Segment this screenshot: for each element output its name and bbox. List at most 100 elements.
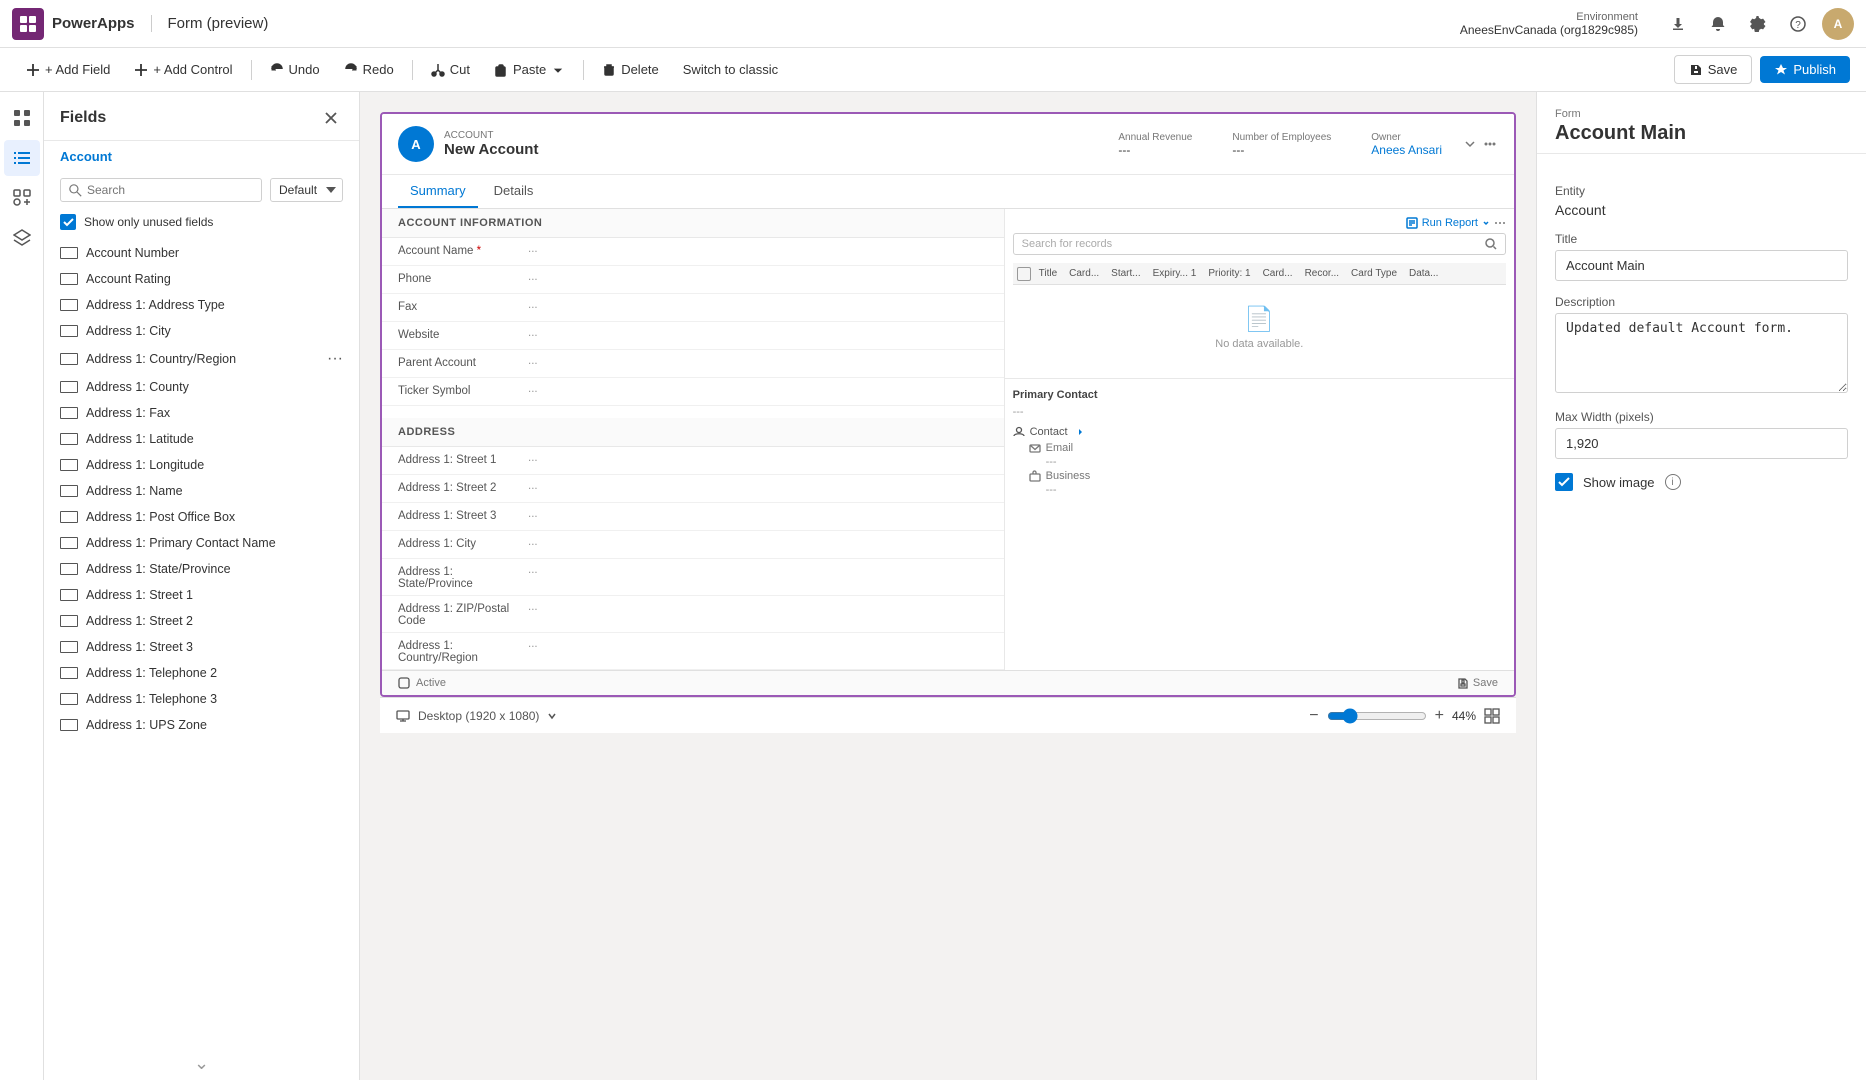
field-item-address-po-box[interactable]: Address 1: Post Office Box <box>44 504 359 530</box>
scroll-down-indicator: ⌄ <box>44 1047 359 1080</box>
rp-max-width-input[interactable] <box>1555 428 1848 459</box>
entity-label: Account <box>44 141 359 172</box>
field-item-address-street1[interactable]: Address 1: Street 1 <box>44 582 359 608</box>
field-item-address-county[interactable]: Address 1: County <box>44 374 359 400</box>
form-save-indicator: Save <box>1457 677 1498 689</box>
desktop-label: Desktop (1920 x 1080) <box>418 709 539 723</box>
form-header-more-icon[interactable] <box>1482 136 1498 152</box>
fields-list: Account Number Account Rating Address 1:… <box>44 240 359 1047</box>
field-item-address-state[interactable]: Address 1: State/Province <box>44 556 359 582</box>
field-item-address-street3[interactable]: Address 1: Street 3 <box>44 634 359 660</box>
grid-header: Title Card... Start... Expiry... 1 Prior… <box>1013 263 1506 285</box>
left-icon-sidebar <box>0 92 44 1080</box>
field-icon <box>60 615 78 627</box>
field-item-account-number[interactable]: Account Number <box>44 240 359 266</box>
svg-text:?: ? <box>1795 20 1801 31</box>
undo-button[interactable]: Undo <box>260 57 330 82</box>
tab-summary[interactable]: Summary <box>398 175 478 208</box>
user-avatar[interactable]: A <box>1822 8 1854 40</box>
close-fields-button[interactable] <box>319 106 343 130</box>
field-icon <box>60 325 78 337</box>
field-item-address-primary-contact[interactable]: Address 1: Primary Contact Name <box>44 530 359 556</box>
switch-classic-button[interactable]: Switch to classic <box>673 57 788 82</box>
publish-button[interactable]: Publish <box>1760 56 1850 83</box>
right-grid-section: Run Report Search for records Title Card… <box>1005 209 1514 378</box>
run-report-button[interactable]: Run Report <box>1013 217 1506 229</box>
search-row: Default <box>44 172 359 208</box>
cmd-bar: + Add Field + Add Control Undo Redo Cut … <box>0 48 1866 92</box>
field-item-address-city[interactable]: Address 1: City <box>44 318 359 344</box>
cut-button[interactable]: Cut <box>421 57 480 82</box>
zoom-out-icon[interactable]: − <box>1309 707 1318 725</box>
help-icon[interactable]: ? <box>1782 8 1814 40</box>
contact-row: Contact <box>1013 424 1506 440</box>
field-row-street3: Address 1: Street 3 ... <box>382 503 1004 531</box>
search-input[interactable] <box>87 183 253 197</box>
download-icon[interactable] <box>1662 8 1694 40</box>
app-icon[interactable] <box>12 8 44 40</box>
zoom-level-label: 44% <box>1452 709 1476 723</box>
field-item-address-latitude[interactable]: Address 1: Latitude <box>44 426 359 452</box>
add-field-button[interactable]: + Add Field <box>16 57 120 82</box>
default-select[interactable]: Default <box>270 178 343 202</box>
top-bar: PowerApps Form (preview) Environment Ane… <box>0 0 1866 48</box>
env-name: AneesEnvCanada (org1829c985) <box>1460 23 1638 37</box>
grid-checkbox[interactable] <box>1017 267 1031 281</box>
field-row-account-name: Account Name * ... <box>382 238 1004 266</box>
desktop-dropdown-icon[interactable] <box>547 711 557 721</box>
field-item-address-country[interactable]: Address 1: Country/Region ··· <box>44 344 359 374</box>
field-item-address-type[interactable]: Address 1: Address Type <box>44 292 359 318</box>
nav-icon-layers[interactable] <box>4 220 40 256</box>
paste-button[interactable]: Paste <box>484 57 575 82</box>
search-input-wrap[interactable] <box>60 178 262 202</box>
cmd-divider-2 <box>412 60 413 80</box>
field-item-address-fax[interactable]: Address 1: Fax <box>44 400 359 426</box>
fields-header: Fields <box>44 92 359 141</box>
zoom-slider[interactable] <box>1327 708 1427 724</box>
rp-description-input[interactable]: Updated default Account form. <box>1555 313 1848 393</box>
nav-icon-list[interactable] <box>4 140 40 176</box>
field-icon <box>60 353 78 365</box>
field-item-address-longitude[interactable]: Address 1: Longitude <box>44 452 359 478</box>
show-image-info-icon[interactable]: i <box>1665 474 1681 490</box>
field-icon <box>60 485 78 497</box>
field-item-account-rating[interactable]: Account Rating <box>44 266 359 292</box>
tab-details[interactable]: Details <box>482 175 546 208</box>
field-icon <box>60 693 78 705</box>
field-row-fax: Fax ... <box>382 294 1004 322</box>
field-icon <box>60 563 78 575</box>
bottom-bar: Desktop (1920 x 1080) − + 44% <box>380 697 1516 733</box>
delete-button[interactable]: Delete <box>592 57 669 82</box>
field-item-address-name[interactable]: Address 1: Name <box>44 478 359 504</box>
field-row-website: Website ... <box>382 322 1004 350</box>
form-entity-type: ACCOUNT <box>444 130 538 141</box>
right-panel-body: Entity Account Title Description Updated… <box>1537 154 1866 507</box>
contact-email-row: Email --- <box>1013 440 1506 468</box>
redo-button[interactable]: Redo <box>334 57 404 82</box>
show-unused-checkbox[interactable] <box>60 214 76 230</box>
nav-icon-grid[interactable] <box>4 100 40 136</box>
field-item-address-tel3[interactable]: Address 1: Telephone 3 <box>44 686 359 712</box>
show-image-checkbox[interactable] <box>1555 473 1573 491</box>
env-info: Environment AneesEnvCanada (org1829c985) <box>1460 11 1638 37</box>
search-records-input[interactable]: Search for records <box>1013 233 1506 255</box>
notification-icon[interactable] <box>1702 8 1734 40</box>
field-item-address-tel2[interactable]: Address 1: Telephone 2 <box>44 660 359 686</box>
field-row-state: Address 1: State/Province ... <box>382 559 1004 596</box>
form-header-expand-icon[interactable] <box>1462 136 1478 152</box>
save-button[interactable]: Save <box>1674 55 1753 84</box>
more-options-icon[interactable]: ··· <box>327 350 343 368</box>
fit-to-screen-icon[interactable] <box>1484 708 1500 724</box>
settings-icon[interactable] <box>1742 8 1774 40</box>
form-left-column: ACCOUNT INFORMATION Account Name * ... P… <box>382 209 1005 670</box>
primary-contact-section: Primary Contact --- Contact Email <box>1005 378 1514 506</box>
rp-title-input[interactable] <box>1555 250 1848 281</box>
form-header-fields: Annual Revenue --- Number of Employees -… <box>1118 132 1442 157</box>
form-canvas: A ACCOUNT New Account Annual Revenue ---… <box>380 112 1516 697</box>
field-item-address-ups[interactable]: Address 1: UPS Zone <box>44 712 359 738</box>
zoom-in-icon[interactable]: + <box>1435 707 1444 725</box>
field-item-address-street2[interactable]: Address 1: Street 2 <box>44 608 359 634</box>
nav-icon-components[interactable] <box>4 180 40 216</box>
add-control-button[interactable]: + Add Control <box>124 57 242 82</box>
form-preview-header: A ACCOUNT New Account Annual Revenue ---… <box>382 114 1514 175</box>
